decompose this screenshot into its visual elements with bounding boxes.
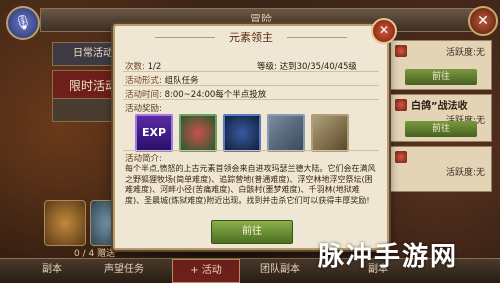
blue-book-icon[interactable] <box>223 114 261 152</box>
bottom-tab[interactable]: 副本 <box>42 259 62 281</box>
go-button[interactable]: 前往 <box>211 220 293 244</box>
go-button[interactable]: 前往 <box>405 69 477 85</box>
intro-text: 每个半点,愤怒的上古元素首领会来自进攻玛瑟兰德大陆。它们会在满风之野狐狸牧场(简… <box>125 164 376 205</box>
activity-card-title: 白鸽”战法收 <box>411 101 468 112</box>
panel-close-icon[interactable]: ✕ <box>468 6 498 36</box>
activity-detail-dialog: 元素领主 ✕ 次数: 1/2 等级: 达到30/35/40/45级 活动形式: … <box>113 18 397 250</box>
divider <box>123 99 379 100</box>
activity-status: 活跃度:无 <box>445 168 485 178</box>
activity-icon <box>395 151 407 163</box>
exp-icon[interactable]: EXP <box>135 114 173 152</box>
bottom-tab[interactable]: 团队副本 <box>260 259 300 281</box>
watermark: 脉冲手游网 <box>318 242 459 272</box>
bottom-tab-active[interactable]: + 活动 <box>172 259 240 283</box>
activity-status: 活跃度:无 <box>445 48 485 58</box>
bottom-tab[interactable]: 声望任务 <box>104 259 144 281</box>
reward-list: EXP <box>129 114 379 152</box>
activity-icon <box>395 45 407 57</box>
reward-label: 活动奖励: <box>125 104 162 114</box>
activity-card: 活跃度:无 前往 <box>390 40 492 90</box>
go-button[interactable]: 前往 <box>405 121 477 137</box>
activity-emblem-icon[interactable] <box>44 200 86 246</box>
divider <box>123 150 379 151</box>
close-icon[interactable]: ✕ <box>371 18 397 44</box>
scroll-icon[interactable] <box>311 114 349 152</box>
voice-icon[interactable]: 🎙 <box>6 6 40 40</box>
dialog-title: 元素领主 <box>115 28 387 48</box>
red-gem-icon[interactable] <box>179 114 217 152</box>
divider <box>123 85 379 86</box>
activity-card: 活跃度:无 <box>390 146 492 192</box>
scroll-icon[interactable] <box>267 114 305 152</box>
divider <box>123 71 379 72</box>
activity-card: 白鸽”战法收 活跃度:无 前往 <box>390 94 492 142</box>
activity-icon <box>395 99 407 111</box>
intro-label: 活动简介: <box>125 154 162 164</box>
